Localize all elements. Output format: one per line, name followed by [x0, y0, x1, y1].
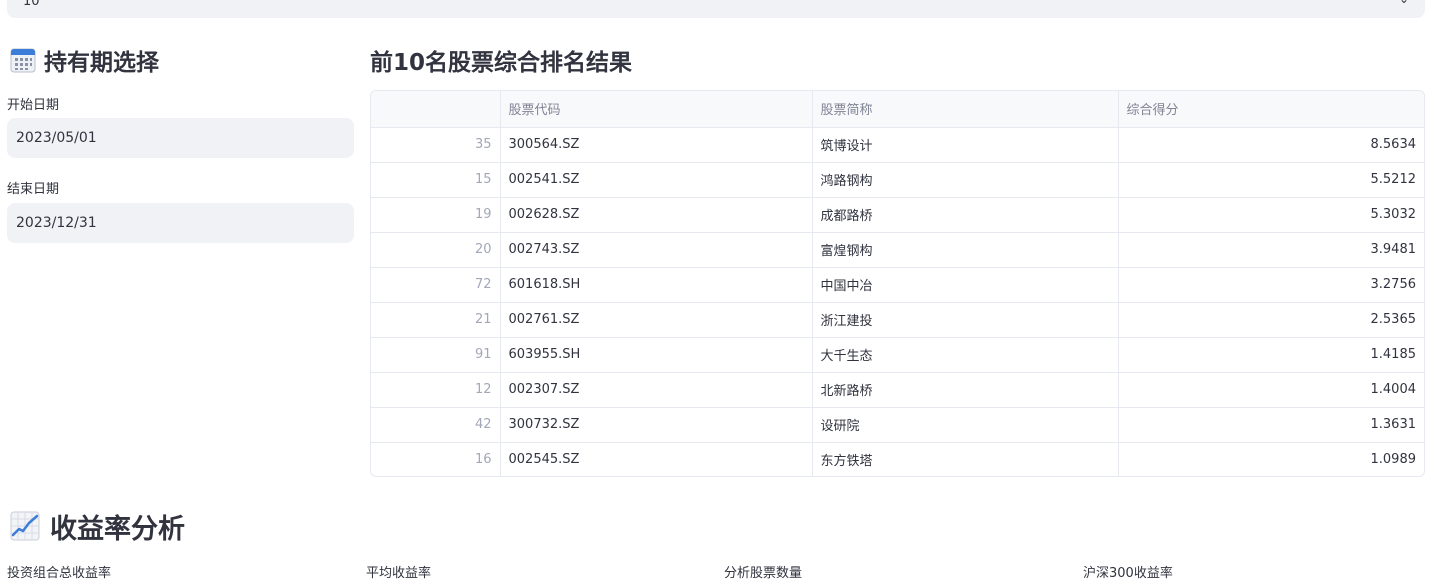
metric-label-hs300-return: 沪深300收益率	[1083, 566, 1173, 581]
row-index[interactable]: 20	[371, 232, 501, 268]
stock-code-cell[interactable]: 300564.SZ	[500, 127, 813, 163]
metric-label-portfolio-return: 投资组合总收益率	[7, 566, 112, 581]
score-cell[interactable]: 3.2756	[1118, 267, 1424, 303]
stock-code-cell[interactable]: 002761.SZ	[500, 302, 813, 338]
column-header-code[interactable]: 股票代码	[500, 91, 813, 128]
row-index[interactable]: 91	[371, 337, 501, 373]
metric-label-stock-count: 分析股票数量	[724, 566, 803, 581]
stock-name-cell[interactable]: 北新路桥	[812, 372, 1119, 408]
chevron-down-icon: ⌄	[1399, 0, 1409, 6]
stock-code-cell[interactable]: 002545.SZ	[500, 442, 813, 476]
table-row: 91 603955.SH 大千生态 1.4185	[371, 337, 1424, 373]
stock-name-cell[interactable]: 富煌钢构	[812, 232, 1119, 268]
score-cell[interactable]: 8.5634	[1118, 127, 1424, 163]
score-cell[interactable]: 3.9481	[1118, 232, 1424, 268]
score-cell[interactable]: 1.0989	[1118, 442, 1424, 476]
score-cell[interactable]: 5.5212	[1118, 162, 1424, 198]
row-index[interactable]: 15	[371, 162, 501, 198]
stock-name-cell[interactable]: 设研院	[812, 407, 1119, 443]
table-row: 35 300564.SZ 筑博设计 8.5634	[371, 127, 1424, 163]
stock-code-cell[interactable]: 002628.SZ	[500, 197, 813, 233]
chart-increasing-icon	[10, 511, 40, 541]
row-index[interactable]: 19	[371, 197, 501, 233]
returns-title: 收益率分析	[50, 513, 185, 545]
score-cell[interactable]: 1.4004	[1118, 372, 1424, 408]
stock-name-cell[interactable]: 成都路桥	[812, 197, 1119, 233]
column-header-score[interactable]: 综合得分	[1118, 91, 1424, 128]
metric-label-average-return: 平均收益率	[366, 566, 432, 581]
row-index[interactable]: 72	[371, 267, 501, 303]
top-n-select[interactable]: 10 ⌄	[7, 0, 1425, 18]
column-header-name[interactable]: 股票简称	[812, 91, 1119, 128]
stock-code-cell[interactable]: 300732.SZ	[500, 407, 813, 443]
holding-period-heading: 持有期选择	[10, 44, 159, 76]
start-date-label: 开始日期	[7, 98, 60, 113]
ranking-table[interactable]: 股票代码 股票简称 综合得分 35 300564.SZ 筑博设计 8.5634 15 0…	[370, 90, 1425, 477]
table-row: 20 002743.SZ 富煌钢构 3.9481	[371, 232, 1424, 268]
row-index[interactable]: 16	[371, 442, 501, 476]
top-n-select-value: 10	[23, 0, 40, 9]
row-index[interactable]: 12	[371, 372, 501, 408]
end-date-label: 结束日期	[7, 182, 60, 197]
returns-heading: 收益率分析	[10, 508, 185, 545]
stock-code-cell[interactable]: 601618.SH	[500, 267, 813, 303]
stock-name-cell[interactable]: 中国中冶	[812, 267, 1119, 303]
table-row: 72 601618.SH 中国中冶 3.2756	[371, 267, 1424, 303]
stock-code-cell[interactable]: 603955.SH	[500, 337, 813, 373]
score-cell[interactable]: 1.4185	[1118, 337, 1424, 373]
score-cell[interactable]: 2.5365	[1118, 302, 1424, 338]
table-row: 16 002545.SZ 东方铁塔 1.0989	[371, 442, 1424, 476]
row-index[interactable]: 35	[371, 127, 501, 163]
table-header-row: 股票代码 股票简称 综合得分	[371, 91, 1424, 128]
table-row: 42 300732.SZ 设研院 1.3631	[371, 407, 1424, 443]
score-cell[interactable]: 1.3631	[1118, 407, 1424, 443]
start-date-input[interactable]	[7, 118, 354, 158]
end-date-input[interactable]	[7, 203, 354, 243]
stock-name-cell[interactable]: 东方铁塔	[812, 442, 1119, 476]
score-cell[interactable]: 5.3032	[1118, 197, 1424, 233]
table-row: 19 002628.SZ 成都路桥 5.3032	[371, 197, 1424, 233]
calendar-icon	[10, 48, 36, 73]
table-row: 15 002541.SZ 鸿路钢构 5.5212	[371, 162, 1424, 198]
row-index[interactable]: 21	[371, 302, 501, 338]
column-header-index[interactable]	[371, 91, 501, 128]
stock-name-cell[interactable]: 浙江建投	[812, 302, 1119, 338]
table-row: 12 002307.SZ 北新路桥 1.4004	[371, 372, 1424, 408]
ranking-title: 前10名股票综合排名结果	[370, 50, 633, 76]
stock-name-cell[interactable]: 鸿路钢构	[812, 162, 1119, 198]
stock-code-cell[interactable]: 002541.SZ	[500, 162, 813, 198]
stock-code-cell[interactable]: 002307.SZ	[500, 372, 813, 408]
stock-name-cell[interactable]: 筑博设计	[812, 127, 1119, 163]
row-index[interactable]: 42	[371, 407, 501, 443]
holding-period-title: 持有期选择	[44, 50, 159, 76]
stock-name-cell[interactable]: 大千生态	[812, 337, 1119, 373]
table-row: 21 002761.SZ 浙江建投 2.5365	[371, 302, 1424, 338]
stock-code-cell[interactable]: 002743.SZ	[500, 232, 813, 268]
